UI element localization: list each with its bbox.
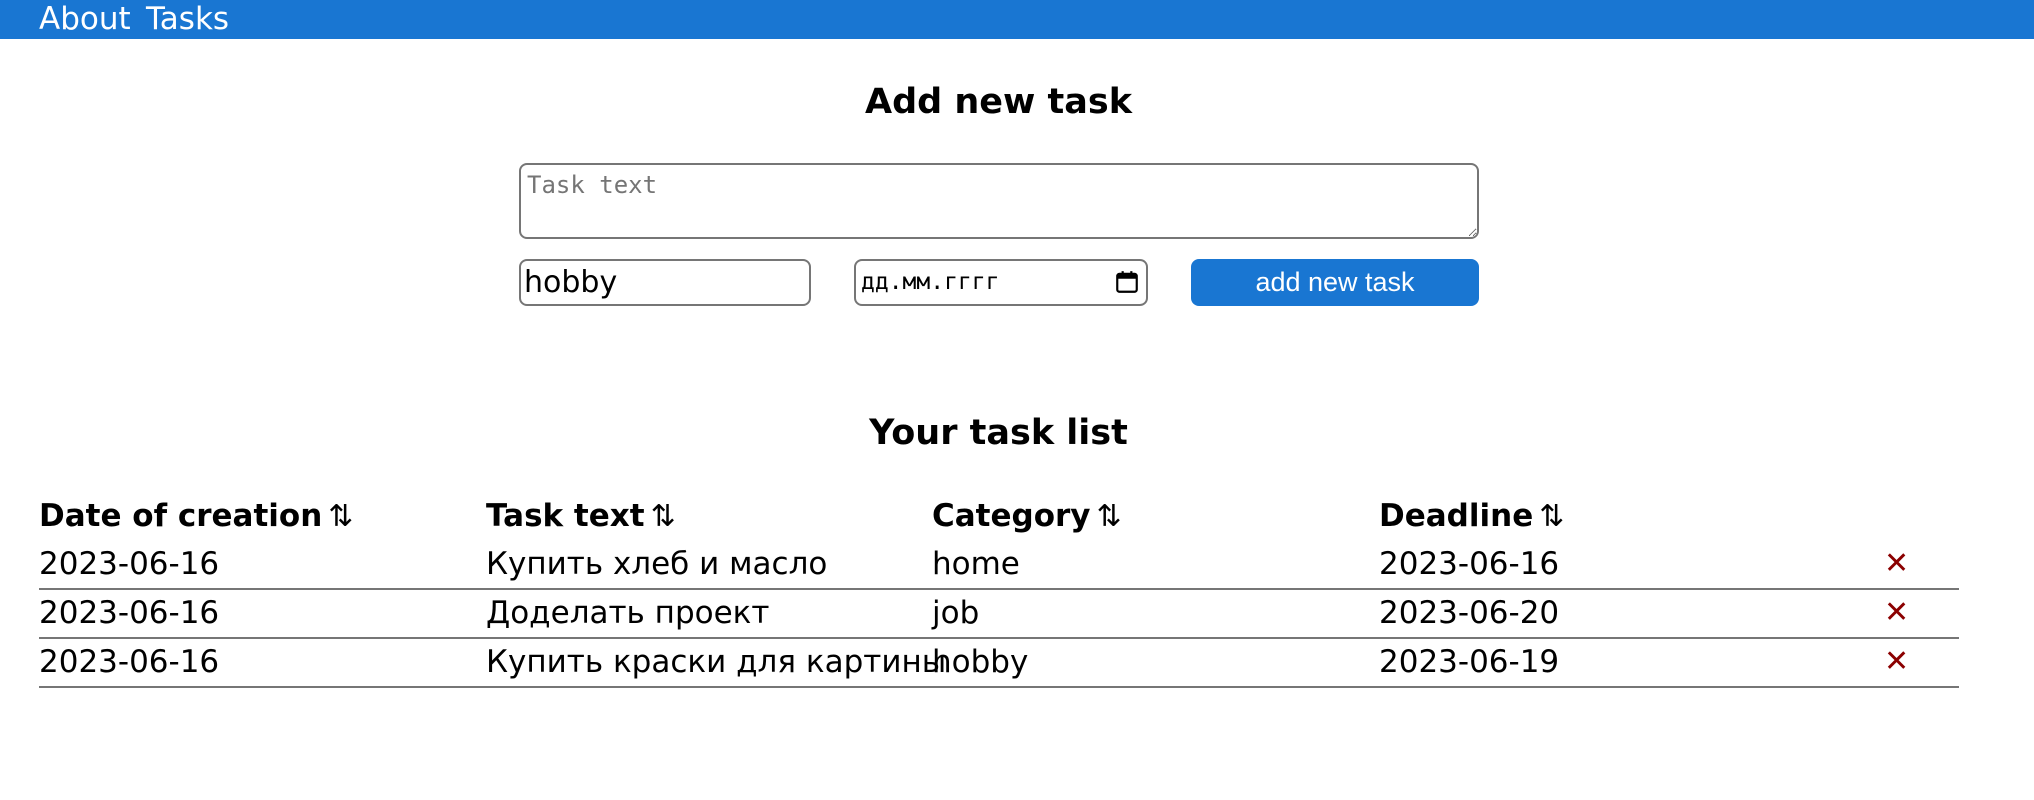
- sort-arrows-icon[interactable]: ⇅: [1097, 493, 1122, 541]
- cell-deadline: 2023-06-20: [1379, 595, 1560, 631]
- table-row: 2023-06-16 Доделать проект job 2023-06-2…: [39, 589, 1959, 639]
- column-header-category[interactable]: Category ⇅: [932, 492, 1122, 540]
- add-task-heading: Add new task: [864, 82, 1132, 122]
- cell-category: home: [932, 546, 1020, 582]
- cell-created: 2023-06-16: [39, 595, 220, 631]
- delete-task-icon[interactable]: ✕: [1884, 540, 1909, 588]
- task-text-input[interactable]: [519, 163, 1479, 239]
- sort-arrows-icon[interactable]: ⇅: [651, 493, 676, 541]
- category-input[interactable]: [519, 259, 811, 306]
- nav-link-about[interactable]: About: [39, 0, 131, 39]
- add-new-task-button[interactable]: add new task: [1191, 259, 1479, 306]
- calendar-icon[interactable]: [1114, 269, 1140, 295]
- nav-link-tasks[interactable]: Tasks: [146, 0, 229, 39]
- cell-category: job: [932, 595, 980, 631]
- sort-arrows-icon[interactable]: ⇅: [1539, 493, 1564, 541]
- column-header-task-text[interactable]: Task text ⇅: [486, 492, 676, 540]
- column-header-date-of-creation[interactable]: Date of creation ⇅: [39, 492, 353, 540]
- column-header-label: Deadline: [1379, 498, 1534, 534]
- delete-task-icon[interactable]: ✕: [1884, 589, 1909, 637]
- column-header-deadline[interactable]: Deadline ⇅: [1379, 492, 1564, 540]
- column-header-label: Task text: [486, 498, 645, 534]
- table-row: 2023-06-16 Купить краски для картины hob…: [39, 638, 1959, 688]
- cell-created: 2023-06-16: [39, 546, 220, 582]
- cell-created: 2023-06-16: [39, 644, 220, 680]
- sort-arrows-icon[interactable]: ⇅: [328, 493, 353, 541]
- table-row: 2023-06-16 Купить хлеб и масло home 2023…: [39, 540, 1959, 590]
- cell-task-text: Купить хлеб и масло: [486, 546, 828, 582]
- delete-task-icon[interactable]: ✕: [1884, 638, 1909, 686]
- date-placeholder: дд.мм.гггг: [861, 269, 1000, 295]
- column-header-label: Category: [932, 498, 1091, 534]
- cell-deadline: 2023-06-16: [1379, 546, 1560, 582]
- cell-task-text: Купить краски для картины: [486, 644, 947, 680]
- cell-task-text: Доделать проект: [486, 595, 770, 631]
- cell-category: hobby: [932, 644, 1029, 680]
- top-nav-bar: About Tasks: [0, 0, 2034, 39]
- cell-deadline: 2023-06-19: [1379, 644, 1560, 680]
- task-list-heading: Your task list: [869, 413, 1128, 453]
- deadline-date-input[interactable]: дд.мм.гггг: [854, 259, 1148, 306]
- column-header-label: Date of creation: [39, 498, 323, 534]
